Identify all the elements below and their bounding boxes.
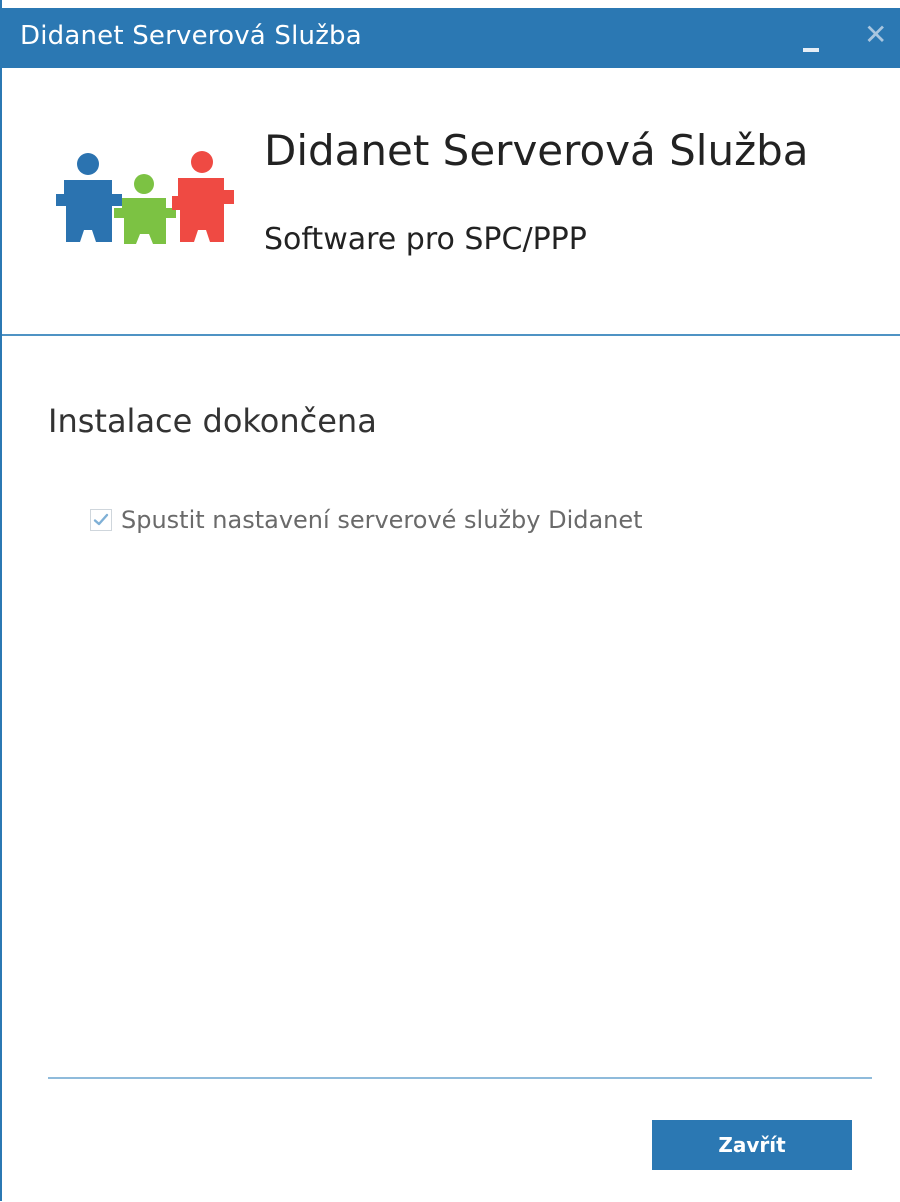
puzzle-people-logo — [56, 151, 234, 244]
product-subtitle: Software pro SPC/PPP — [264, 222, 587, 257]
close-button[interactable]: Zavřít — [652, 1120, 852, 1170]
launch-option-checkbox[interactable] — [90, 509, 112, 531]
footer-divider — [48, 1077, 872, 1079]
product-title: Didanet Serverová Služba — [264, 126, 809, 175]
checkmark-icon — [93, 513, 109, 526]
launch-option-row[interactable]: Spustit nastavení serverové služby Didan… — [90, 504, 643, 536]
close-icon: ✕ — [864, 18, 888, 51]
minimize-icon — [803, 48, 819, 52]
minimize-button[interactable] — [792, 18, 832, 58]
title-bar[interactable]: Didanet Serverová Služba ✕ — [2, 8, 900, 68]
launch-option-label: Spustit nastavení serverové služby Didan… — [121, 506, 643, 534]
window-title: Didanet Serverová Služba — [20, 21, 362, 51]
window-close-button[interactable]: ✕ — [858, 18, 898, 58]
header-divider — [2, 334, 900, 336]
installer-window: Didanet Serverová Služba ✕ Didanet Serve… — [0, 0, 900, 1201]
status-heading: Instalace dokončena — [48, 402, 377, 440]
